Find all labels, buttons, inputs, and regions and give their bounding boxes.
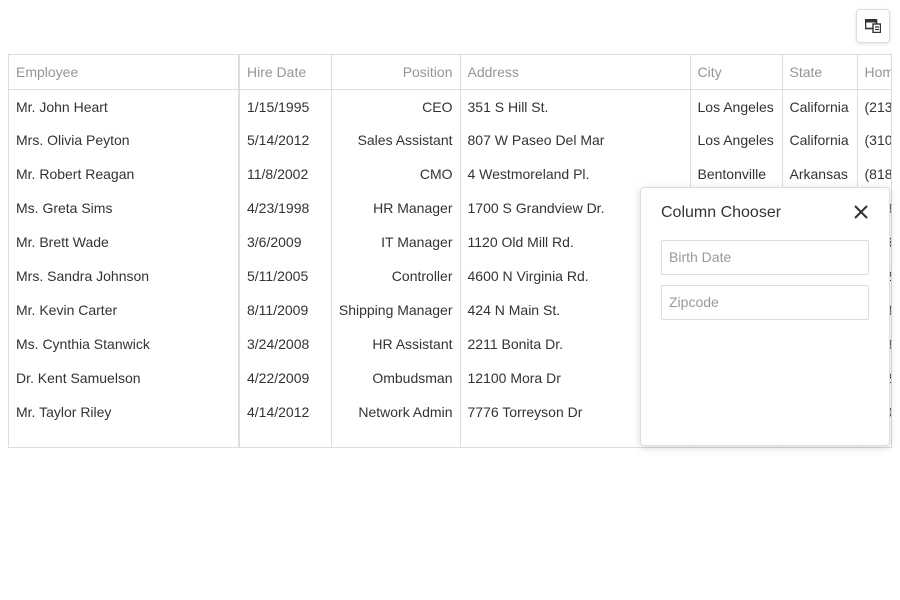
cell-employee: Mr. Robert Reagan <box>9 157 240 191</box>
cell-state: California <box>782 89 858 123</box>
cell-state: California <box>782 123 858 157</box>
cell-employee: Ms. Cynthia Stanwick <box>9 327 240 361</box>
close-button[interactable] <box>851 202 871 222</box>
cell-hire-date: 3/24/2008 <box>239 327 332 361</box>
empty-cell <box>331 429 461 447</box>
cell-hire-date: 3/6/2009 <box>239 225 332 259</box>
cell-hire-date: 1/15/1995 <box>239 89 332 123</box>
cell-home-phone: (213) 555-9392 <box>857 89 891 123</box>
column-chooser-icon <box>865 19 881 33</box>
empty-cell <box>239 429 332 447</box>
cell-state: Arkansas <box>782 157 858 191</box>
table-row[interactable]: Mrs. Olivia Peyton 5/14/2012 Sales Assista… <box>9 123 891 157</box>
header-row: Employee Hire Date Position Address City… <box>9 55 891 90</box>
cell-hire-date: 4/22/2009 <box>239 361 332 395</box>
cell-position: Ombudsman <box>331 361 461 395</box>
cell-employee: Mr. Kevin Carter <box>9 293 240 327</box>
empty-cell <box>9 429 240 447</box>
column-header-city[interactable]: City <box>690 55 783 90</box>
chooser-item-birth-date[interactable]: Birth Date <box>661 240 869 275</box>
cell-employee: Mr. Taylor Riley <box>9 395 240 429</box>
column-header-home-phone[interactable]: Home Phone <box>857 55 891 90</box>
column-header-employee[interactable]: Employee <box>9 55 240 90</box>
column-header-state[interactable]: State <box>782 55 858 90</box>
cell-home-phone: (310) 555-2728 <box>857 123 891 157</box>
cell-position: Controller <box>331 259 461 293</box>
cell-city: Bentonville <box>690 157 783 191</box>
cell-position: Network Admin <box>331 395 461 429</box>
column-header-address[interactable]: Address <box>460 55 691 90</box>
cell-hire-date: 11/8/2002 <box>239 157 332 191</box>
table-row[interactable]: Mr. John Heart 1/15/1995 CEO 351 S Hill St.… <box>9 89 891 123</box>
cell-hire-date: 4/14/2012 <box>239 395 332 429</box>
cell-home-phone: (818) 555-2387 <box>857 157 891 191</box>
cell-city: Los Angeles <box>690 89 783 123</box>
cell-position: CEO <box>331 89 461 123</box>
cell-employee: Dr. Kent Samuelson <box>9 361 240 395</box>
column-header-hire-date[interactable]: Hire Date <box>239 55 332 90</box>
table-row[interactable]: Mr. Robert Reagan 11/8/2002 CMO 4 Westmorel… <box>9 157 891 191</box>
cell-position: Shipping Manager <box>331 293 461 327</box>
cell-position: HR Manager <box>331 191 461 225</box>
cell-position: Sales Assistant <box>331 123 461 157</box>
cell-hire-date: 5/14/2012 <box>239 123 332 157</box>
cell-address: 4 Westmoreland Pl. <box>460 157 691 191</box>
chooser-item-zipcode[interactable]: Zipcode <box>661 285 869 320</box>
cell-position: IT Manager <box>331 225 461 259</box>
cell-employee: Mrs. Olivia Peyton <box>9 123 240 157</box>
cell-position: CMO <box>331 157 461 191</box>
cell-employee: Mr. Brett Wade <box>9 225 240 259</box>
cell-city: Los Angeles <box>690 123 783 157</box>
column-chooser-title: Column Chooser <box>661 204 782 221</box>
cell-position: HR Assistant <box>331 327 461 361</box>
cell-hire-date: 5/11/2005 <box>239 259 332 293</box>
cell-address: 351 S Hill St. <box>460 89 691 123</box>
cell-hire-date: 4/23/1998 <box>239 191 332 225</box>
column-header-position[interactable]: Position <box>331 55 461 90</box>
column-chooser-panel: Column Chooser Birth Date Zipcode <box>640 187 890 446</box>
cell-hire-date: 8/11/2009 <box>239 293 332 327</box>
close-icon <box>854 205 868 219</box>
column-chooser-button[interactable] <box>856 9 890 43</box>
cell-employee: Ms. Greta Sims <box>9 191 240 225</box>
cell-employee: Mr. John Heart <box>9 89 240 123</box>
cell-employee: Mrs. Sandra Johnson <box>9 259 240 293</box>
cell-address: 807 W Paseo Del Mar <box>460 123 691 157</box>
